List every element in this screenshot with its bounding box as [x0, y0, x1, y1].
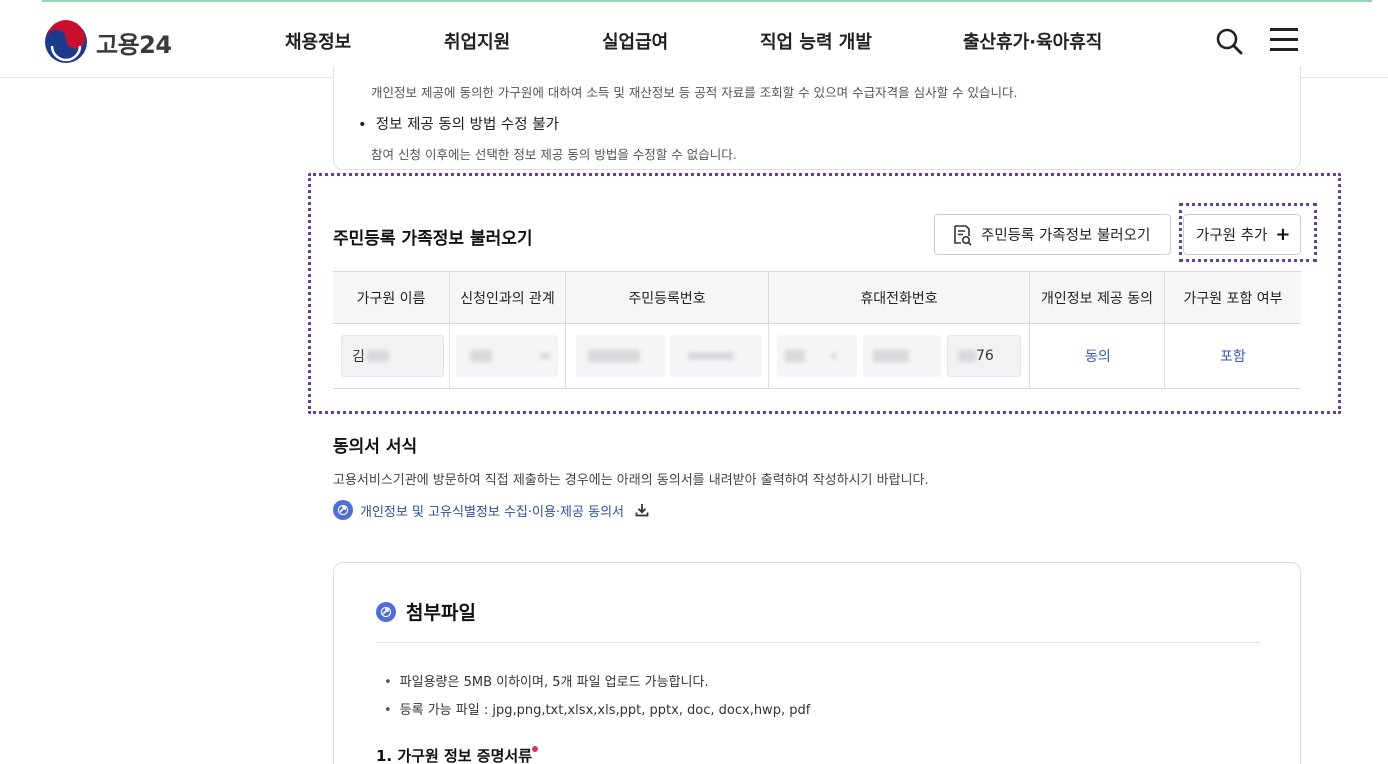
cell-phone: 76: [769, 324, 1030, 388]
dropdown-indicator-icon: [540, 353, 550, 359]
consent-form-download-label: 개인정보 및 고유식별정보 수집·이용·제공 동의서: [360, 504, 624, 520]
attachments-card: [333, 562, 1301, 764]
cell-include: 포함: [1165, 324, 1301, 388]
col-header-name: 가구원 이름: [333, 272, 450, 324]
phone-part-1-field[interactable]: [777, 335, 857, 377]
consent-status-link[interactable]: 동의: [1085, 346, 1111, 366]
redacted-phone-3: [958, 350, 976, 362]
col-header-rrn: 주민등록번호: [566, 272, 769, 324]
table-header: 가구원 이름 신청인과의 관계 주민등록번호 휴대전화번호 개인정보 제공 동의…: [333, 271, 1301, 324]
add-family-member-label: 가구원 추가: [1196, 228, 1268, 244]
notice-bullet-title: • 정보 제공 동의 방법 수정 불가: [358, 117, 559, 133]
phone-part-2-field[interactable]: [863, 335, 941, 377]
col-header-relation: 신청인과의 관계: [450, 272, 566, 324]
search-icon[interactable]: [1214, 26, 1244, 56]
attachments-title-row: 첨부파일: [376, 598, 476, 625]
download-icon: [635, 504, 649, 517]
attachments-divider: [376, 642, 1260, 643]
link-circle-icon: [333, 500, 353, 520]
cell-relation: [450, 324, 566, 388]
add-family-member-button[interactable]: 가구원 추가 +: [1183, 214, 1301, 255]
nav-item-vocational-training[interactable]: 직업 능력 개발: [760, 28, 872, 54]
cell-consent: 동의: [1030, 324, 1165, 388]
col-header-include: 가구원 포함 여부: [1183, 291, 1283, 307]
nav-item-parental-leave[interactable]: 출산휴가·육아휴직: [963, 28, 1102, 54]
attachment-rule-size: 파일용량은 5MB 이하이며, 5개 파일 업로드 가능합니다.: [384, 671, 709, 690]
phone-part-3-field[interactable]: 76: [947, 335, 1021, 377]
notice-bullet-desc: 참여 신청 이후에는 선택한 정보 제공 동의 방법을 수정할 수 없습니다.: [371, 147, 737, 162]
consent-form-title: 동의서 서식: [333, 437, 418, 457]
redacted-rrn-front: [588, 350, 640, 362]
attachment-rule-types: 등록 가능 파일 : jpg,png,txt,xlsx,xls,ppt, ppt…: [384, 699, 811, 718]
include-status-link[interactable]: 포함: [1220, 346, 1246, 366]
hamburger-menu-icon[interactable]: [1270, 28, 1300, 52]
redacted-rrn-back: [688, 352, 734, 360]
relation-field[interactable]: [456, 335, 558, 377]
consent-form-desc: 고용서비스기관에 방문하여 직접 제출하는 경우에는 아래의 동의서를 내려받아…: [333, 473, 929, 488]
load-family-info-button[interactable]: 주민등록 가족정보 불러오기: [934, 214, 1171, 255]
load-family-info-label: 주민등록 가족정보 불러오기: [981, 228, 1151, 244]
attachment-circle-icon: [376, 601, 396, 622]
phone-separator: [831, 353, 837, 359]
plus-icon: +: [1275, 223, 1291, 245]
attachment-section-1-title: 1. 가구원 정보 증명서류: [376, 747, 533, 764]
phone-suffix-text: 76: [976, 348, 994, 364]
nav-item-unemployment-benefit[interactable]: 실업급여: [602, 28, 668, 54]
notice-line-1: 개인정보 제공에 동의한 가구원에 대하여 소득 및 재산정보 등 공적 자료를…: [371, 85, 1018, 100]
document-search-icon: [954, 224, 972, 246]
name-prefix-text: 김: [352, 349, 365, 365]
cell-name: 김: [333, 324, 450, 388]
notice-bullet-title-text: 정보 제공 동의 방법 수정 불가: [375, 117, 559, 133]
rrn-back-field[interactable]: [670, 335, 762, 377]
cell-rrn: [566, 324, 769, 388]
consent-form-download-link[interactable]: 개인정보 및 고유식별정보 수집·이용·제공 동의서: [333, 500, 650, 520]
logo-text: 고용24: [96, 30, 172, 59]
site-logo[interactable]: 고용24: [44, 20, 172, 64]
redacted-relation: [470, 350, 492, 362]
rrn-front-field[interactable]: [576, 335, 665, 377]
col-header-phone: 휴대전화번호: [769, 272, 1030, 324]
redacted-phone-1: [785, 350, 805, 362]
nav-item-employment-support[interactable]: 취업지원: [444, 28, 510, 54]
nav-item-jobs[interactable]: 채용정보: [285, 28, 351, 54]
redacted-name: [366, 350, 389, 362]
redacted-phone-2: [873, 350, 909, 362]
col-header-consent: 개인정보 제공 동의: [1030, 272, 1165, 324]
taegeuk-logo-icon: [45, 20, 87, 63]
family-section-title: 주민등록 가족정보 불러오기: [333, 229, 533, 249]
table-row: 김 76 동의 포함: [333, 324, 1301, 389]
name-field[interactable]: 김: [341, 335, 444, 377]
required-indicator-icon: [532, 746, 538, 752]
attachments-title: 첨부파일: [406, 602, 476, 624]
